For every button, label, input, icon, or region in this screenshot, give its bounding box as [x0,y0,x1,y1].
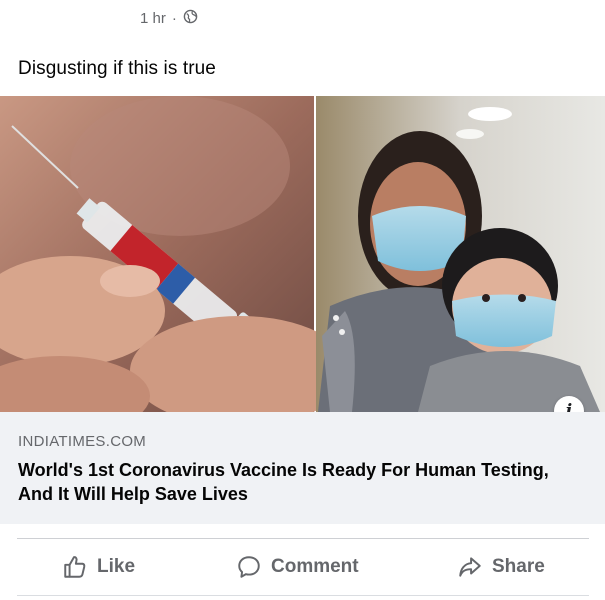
share-button[interactable]: Share [457,545,545,589]
link-preview-image[interactable] [0,96,605,412]
post-text: Disgusting if this is true [18,58,216,79]
meta-separator: · [171,10,177,27]
comment-label: Comment [271,556,359,577]
action-divider [17,538,589,539]
post-actions: Like Comment Share [0,545,605,589]
comment-button[interactable]: Comment [236,545,359,589]
thumbs-up-icon [62,554,88,580]
like-button[interactable]: Like [62,545,135,589]
bottom-divider [17,595,589,596]
share-arrow-icon [457,554,483,580]
post-meta: 1 hr · [140,9,198,28]
like-label: Like [97,556,136,577]
globe-icon[interactable] [183,9,198,28]
share-label: Share [492,556,545,577]
comment-bubble-icon [236,554,262,580]
cropped-author-name [0,0,605,10]
link-domain: INDIATIMES.COM [18,433,147,450]
link-title[interactable]: World's 1st Coronavirus Vaccine Is Ready… [18,458,578,506]
post-timestamp[interactable]: 1 hr [140,10,166,27]
